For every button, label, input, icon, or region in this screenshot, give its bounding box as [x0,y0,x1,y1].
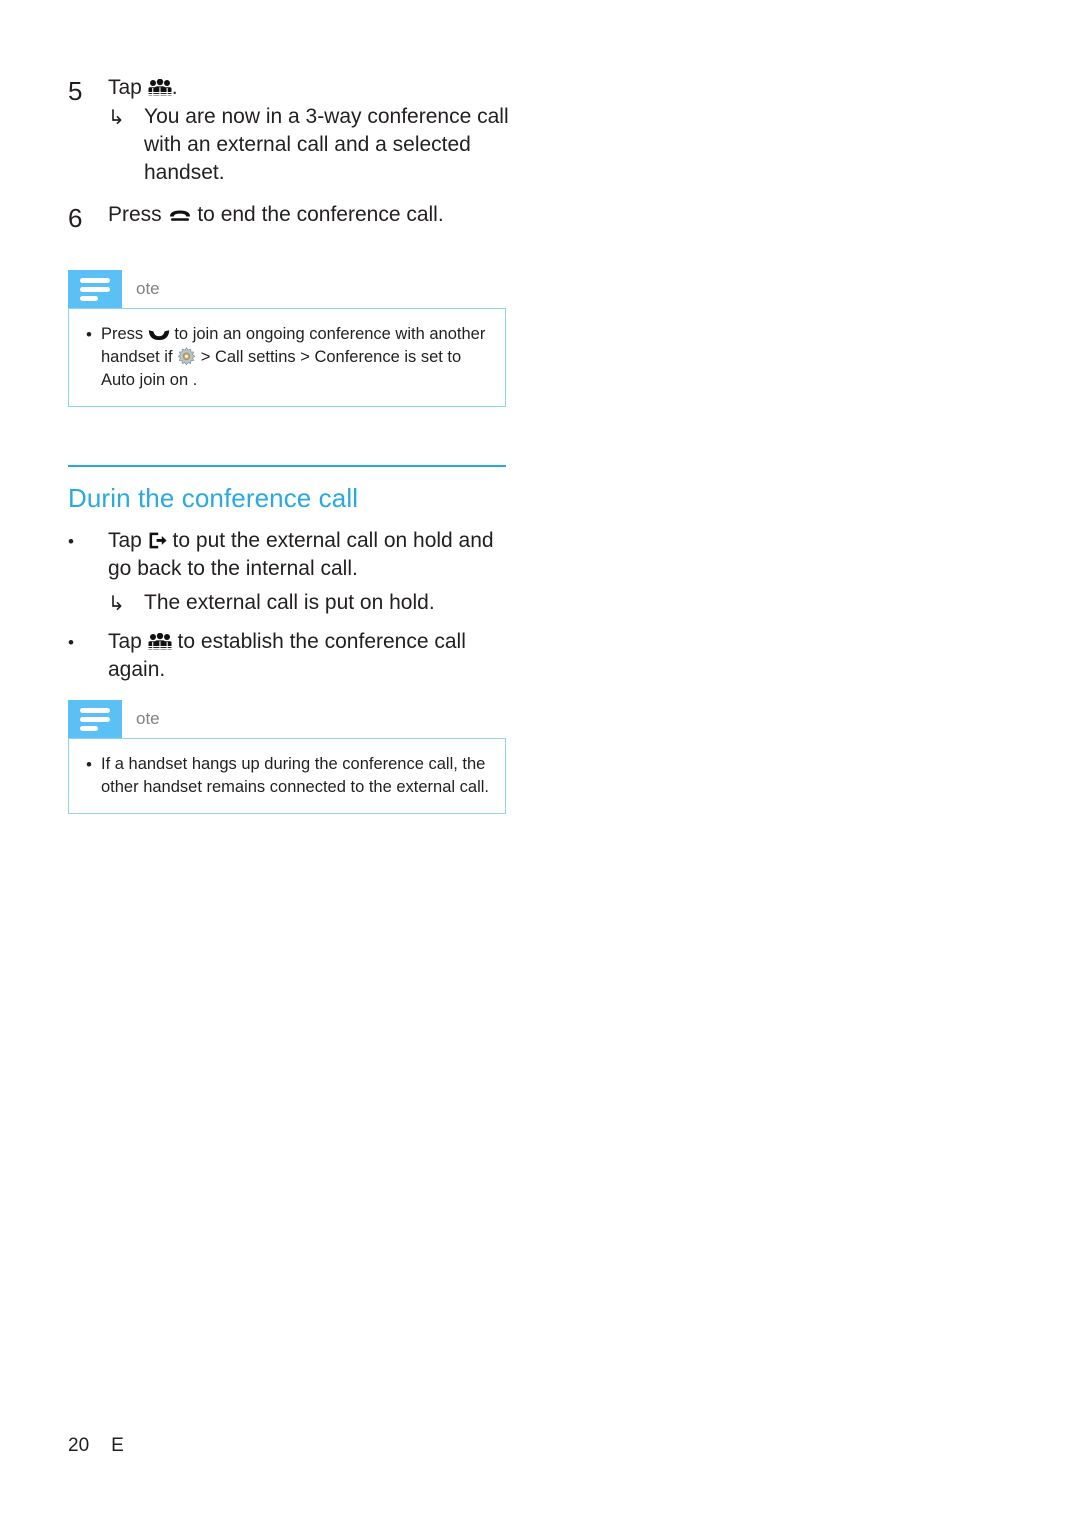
bullet-text-before-icon: Tap [108,630,148,653]
step-text-before-icon: Press [108,203,168,226]
group-conference-icon [147,633,172,650]
result-text: You are now in a 3-way conference call w… [144,105,509,184]
step-6: 6 Press to end the conference call. [68,201,528,235]
note-text-part-1: Press [101,325,148,343]
list-item: • Tap to put the external call on hold a… [68,527,506,618]
step-content: Tap . ↳ You are now in a 3-way conferenc… [108,74,528,187]
page-number: 20 [68,1435,90,1456]
numbered-steps: 5 Tap . ↳ You are now in a 3-way confere… [68,74,528,239]
result-arrow-icon: ↳ [108,107,125,129]
note-lines-icon [68,270,122,308]
note-list-item: • Press to join an ongoing conference wi… [77,323,489,392]
result-text: The external call is put on hold. [144,591,435,614]
note-header: ote [68,270,506,308]
note-header: ote [68,700,506,738]
step-number: 5 [68,76,83,106]
bullet-subline: ↳ The external call is put on hold. [108,589,506,618]
section-bullet-list: • Tap to put the external call on hold a… [68,527,506,684]
bullet-row: • Tap to put the external call on hold a… [68,527,506,583]
step-5: 5 Tap . ↳ You are now in a 3-way confere… [68,74,528,187]
bullet-marker: • [68,532,74,551]
hangup-icon [168,209,192,223]
section-during-conference-call: Durin the conference call • Tap to put t… [68,465,506,690]
list-item: • Tap to establish the conference call a… [68,628,506,684]
note-box-2: ote • If a handset hangs up during the c… [68,700,506,814]
note-lines-icon [68,700,122,738]
note-item-text: If a handset hangs up during the confere… [101,755,489,796]
talk-icon [148,329,170,341]
bullet-marker: • [86,755,92,774]
step-text-after-icon: to end the conference call. [191,203,444,226]
note-body: • If a handset hangs up during the confe… [68,738,506,814]
note-title: ote [136,709,160,728]
step-text-before-icon: Tap [108,76,148,99]
step-number: 6 [68,203,83,233]
gear-icon [177,347,196,366]
step-main-line: Tap . [108,74,528,102]
step-main-line: Press to end the conference call. [108,201,528,229]
group-conference-icon [147,79,172,96]
note-box-1: ote • Press to join an ongoing conferenc… [68,270,506,407]
page-footer: 20 E [68,1435,124,1457]
note-title: ote [136,279,160,298]
step-content: Press to end the conference call. [108,201,528,229]
step-text-after-icon: . [171,76,178,99]
page-title: Durin the conference call [68,483,359,513]
section-divider [68,465,506,467]
note-item-text: Press to join an ongoing conference with… [101,323,489,392]
transfer-exit-icon [148,531,167,550]
language-code: E [111,1435,124,1456]
step-subline: ↳ You are now in a 3-way conference call… [108,103,528,187]
bullet-marker: • [68,633,74,652]
bullet-text: Tap to put the external call on hold and… [108,527,506,583]
note-body: • Press to join an ongoing conference wi… [68,308,506,407]
note-list-item: • If a handset hangs up during the confe… [77,753,489,799]
result-arrow-icon: ↳ [108,593,125,615]
document-page: 5 Tap . ↳ You are now in a 3-way confere… [0,0,1080,1527]
bullet-marker: • [86,325,92,344]
bullet-text: Tap to establish the conference call aga… [108,628,506,684]
bullet-text-before-icon: Tap [108,529,148,552]
